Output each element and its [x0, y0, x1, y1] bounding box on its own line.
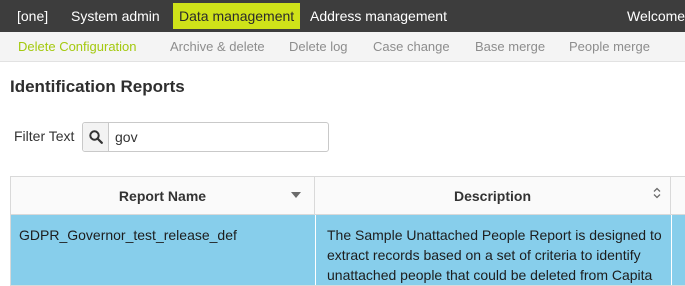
search-button[interactable]	[83, 123, 109, 151]
sub-navigation-bar: Delete Configuration Archive & delete De…	[0, 32, 685, 62]
filter-input[interactable]	[115, 127, 315, 147]
top-nav-item-address-management[interactable]: Address management	[310, 3, 447, 29]
subnav-delete-configuration[interactable]: Delete Configuration	[18, 32, 137, 61]
reports-table: Report Name Description GDPR_Governor_te…	[10, 176, 685, 286]
top-nav-item-data-management[interactable]: Data management	[173, 3, 301, 29]
subnav-people-merge[interactable]: People merge	[569, 32, 650, 61]
cell-divider	[671, 215, 672, 285]
top-nav-item-system-admin[interactable]: System admin	[71, 3, 160, 29]
sort-unsorted-icon	[653, 187, 661, 199]
filter-field	[82, 122, 329, 152]
sort-descending-icon	[291, 192, 301, 198]
column-header-label: Description	[453, 188, 531, 204]
subnav-archive-delete[interactable]: Archive & delete	[170, 32, 265, 61]
report-name-cell: GDPR_Governor_test_release_def	[19, 227, 237, 243]
subnav-delete-log[interactable]: Delete log	[289, 32, 348, 61]
page-title: Identification Reports	[10, 77, 185, 96]
column-header-report-name[interactable]: Report Name	[11, 177, 315, 215]
subnav-base-merge[interactable]: Base merge	[475, 32, 545, 61]
column-header-description[interactable]: Description	[315, 177, 671, 215]
subnav-case-change[interactable]: Case change	[373, 32, 450, 61]
cell-divider	[315, 215, 316, 285]
description-cell: The Sample Unattached People Report is d…	[327, 227, 662, 283]
column-header-extra	[671, 177, 685, 215]
table-row[interactable]: GDPR_Governor_test_release_def The Sampl…	[11, 215, 685, 285]
filter-label: Filter Text	[14, 128, 75, 144]
top-nav-item-one[interactable]: [one]	[17, 3, 48, 29]
welcome-text: Welcome	[627, 8, 685, 24]
search-icon	[89, 130, 103, 144]
column-header-label: Report Name	[118, 188, 207, 204]
top-navigation-bar: [one] System admin Data management Addre…	[0, 0, 685, 32]
